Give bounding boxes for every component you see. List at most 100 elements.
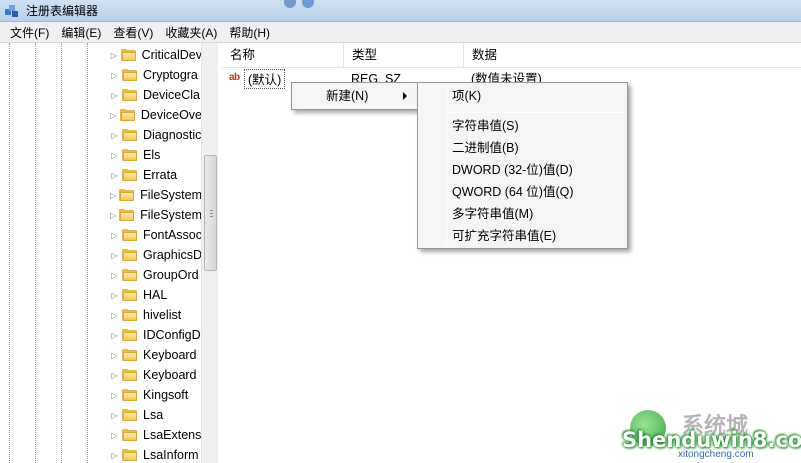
tree-item-label: GroupOrd xyxy=(143,268,199,282)
tree-item[interactable]: ▷ CriticalDev xyxy=(110,45,202,65)
expand-arrow-icon[interactable]: ▷ xyxy=(110,245,119,265)
tree-guide-line xyxy=(9,43,10,463)
context-menu: 新建(N) xyxy=(291,82,418,110)
expand-arrow-icon[interactable]: ▷ xyxy=(110,365,119,385)
tree-guide-line xyxy=(87,43,88,463)
expand-arrow-icon[interactable]: ▷ xyxy=(110,125,119,145)
tree-item[interactable]: ▷ Cryptogra xyxy=(110,65,202,85)
menu-file[interactable]: 文件(F) xyxy=(4,22,55,43)
tree-item[interactable]: ▷ DeviceCla xyxy=(110,85,202,105)
scrollbar-thumb[interactable] xyxy=(204,155,217,271)
folder-icon xyxy=(122,389,137,401)
title-bar: 注册表编辑器 xyxy=(0,0,801,22)
tree-item[interactable]: ▷ hivelist xyxy=(110,305,202,325)
menu-item-new[interactable]: 新建(N) xyxy=(292,85,417,107)
tree-item-label: Diagnostic xyxy=(143,128,202,142)
expand-arrow-icon[interactable]: ▷ xyxy=(110,445,119,463)
tree-item[interactable]: ▷ GroupOrd xyxy=(110,265,202,285)
tree-item[interactable]: ▷ HAL xyxy=(110,285,202,305)
expand-arrow-icon[interactable]: ▷ xyxy=(110,145,119,165)
folder-icon xyxy=(122,409,137,421)
expand-arrow-icon[interactable]: ▷ xyxy=(110,425,119,445)
menu-favorites[interactable]: 收藏夹(A) xyxy=(159,22,223,43)
expand-arrow-icon[interactable]: ▷ xyxy=(110,165,119,185)
menu-help[interactable]: 帮助(H) xyxy=(223,22,276,43)
folder-icon xyxy=(122,429,137,441)
tree-item-label: Lsa xyxy=(143,408,164,422)
tree-item[interactable]: ▷ Keyboard xyxy=(110,365,202,385)
tree-item[interactable]: ▷ Diagnostic xyxy=(110,125,202,145)
tree-item[interactable]: ▷ IDConfigD xyxy=(110,325,202,345)
tree-guide-line xyxy=(61,43,62,463)
tree-scrollbar[interactable] xyxy=(201,43,218,463)
value-name: (默认) xyxy=(244,69,286,89)
expand-arrow-icon[interactable]: ▷ xyxy=(110,65,119,85)
menu-item-qword-value[interactable]: QWORD (64 位)值(Q) xyxy=(418,181,627,203)
folder-icon xyxy=(122,289,137,301)
menu-item-expandable-string-value[interactable]: 可扩充字符串值(E) xyxy=(418,225,627,247)
tree-item-label: DeviceCla xyxy=(143,88,200,102)
tree-item-label: HAL xyxy=(143,288,168,302)
registry-tree[interactable]: ▷ CriticalDev ▷ Cryptogra ▷ DeviceCla ▷ DeviceO… xyxy=(0,43,218,463)
folder-icon xyxy=(122,169,137,181)
grip-line xyxy=(210,210,213,211)
folder-icon xyxy=(122,329,137,341)
folder-icon xyxy=(122,269,137,281)
tree-item[interactable]: ▷ GraphicsD xyxy=(110,245,202,265)
tree-item[interactable]: ▷ FontAssoc xyxy=(110,225,202,245)
tree-item[interactable]: ▷ FileSystem xyxy=(110,205,202,225)
menu-edit[interactable]: 编辑(E) xyxy=(55,22,107,43)
expand-arrow-icon[interactable]: ▷ xyxy=(110,325,119,345)
expand-arrow-icon[interactable]: ▷ xyxy=(110,105,117,125)
folder-icon xyxy=(122,69,137,81)
expand-arrow-icon[interactable]: ▷ xyxy=(110,305,119,325)
tree-item[interactable]: ▷ Lsa xyxy=(110,405,202,425)
menu-item-multi-string-value[interactable]: 多字符串值(M) xyxy=(418,203,627,225)
tree-item[interactable]: ▷ LsaExtens xyxy=(110,425,202,445)
titlebar-decoration xyxy=(284,0,296,8)
column-header-name[interactable]: 名称 xyxy=(222,43,344,68)
list-header: 名称 类型 数据 xyxy=(222,43,801,68)
expand-arrow-icon[interactable]: ▷ xyxy=(110,385,119,405)
menu-item-dword-value[interactable]: DWORD (32-位)值(D) xyxy=(418,159,627,181)
expand-arrow-icon[interactable]: ▷ xyxy=(110,205,116,225)
folder-icon xyxy=(122,449,137,461)
folder-icon xyxy=(121,229,137,241)
tree-guide-line xyxy=(35,43,36,463)
tree-item-label: DeviceOve xyxy=(140,108,202,122)
column-header-data[interactable]: 数据 xyxy=(464,43,801,68)
menu-item-string-value[interactable]: 字符串值(S) xyxy=(418,115,627,137)
tree-item-label: CriticalDev xyxy=(141,48,202,62)
expand-arrow-icon[interactable]: ▷ xyxy=(110,265,119,285)
expand-arrow-icon[interactable]: ▷ xyxy=(110,285,119,305)
menu-item-key[interactable]: 项(K) xyxy=(418,85,627,107)
string-value-icon: ab xyxy=(229,72,240,83)
tree-item[interactable]: ▷ Kingsoft xyxy=(110,385,202,405)
tree-item[interactable]: ▷ Els xyxy=(110,145,202,165)
window-title: 注册表编辑器 xyxy=(26,4,99,18)
folder-icon xyxy=(121,249,137,261)
expand-arrow-icon[interactable]: ▷ xyxy=(110,225,119,245)
tree-item-label: Keyboard xyxy=(143,348,197,362)
expand-arrow-icon[interactable]: ▷ xyxy=(110,345,119,365)
menu-item-binary-value[interactable]: 二进制值(B) xyxy=(418,137,627,159)
tree-item[interactable]: ▷ FileSystem xyxy=(110,185,202,205)
tree-item[interactable]: ▷ Keyboard xyxy=(110,345,202,365)
expand-arrow-icon[interactable]: ▷ xyxy=(110,85,119,105)
menu-separator xyxy=(449,112,624,113)
expand-arrow-icon[interactable]: ▷ xyxy=(110,185,116,205)
grip-line xyxy=(210,216,213,217)
watermark-sub: xitongcheng.com xyxy=(678,449,754,460)
tree-item[interactable]: ▷ Errata xyxy=(110,165,202,185)
tree-item-label: Kingsoft xyxy=(143,388,189,402)
tree-item[interactable]: ▷ LsaInform xyxy=(110,445,202,463)
folder-icon xyxy=(122,349,137,361)
tree-item[interactable]: ▷ DeviceOve xyxy=(110,105,202,125)
folder-icon xyxy=(122,309,137,321)
column-header-type[interactable]: 类型 xyxy=(344,43,464,68)
tree-item-label: GraphicsD xyxy=(142,248,202,262)
expand-arrow-icon[interactable]: ▷ xyxy=(110,45,118,65)
menu-view[interactable]: 查看(V) xyxy=(107,22,159,43)
watermark: 系统城 Shenduwin8.com xitongcheng.com xyxy=(612,408,801,463)
expand-arrow-icon[interactable]: ▷ xyxy=(110,405,119,425)
